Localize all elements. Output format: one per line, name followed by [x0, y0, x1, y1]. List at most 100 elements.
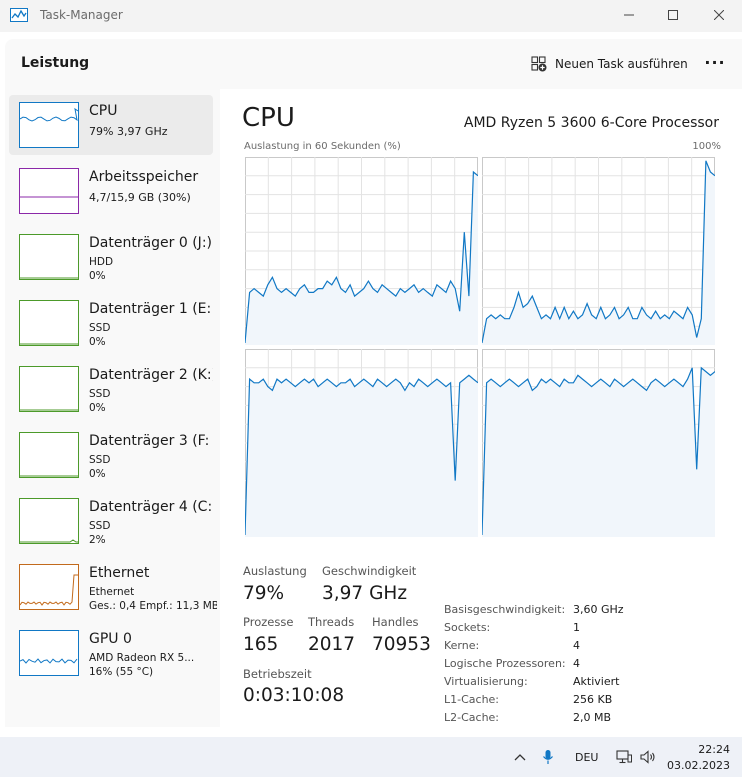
- sidebar-thumbnail-svg: [20, 409, 78, 411]
- toolbar: Leistung Neuen Task ausführen ···: [5, 39, 742, 89]
- sidebar-item-disk-0[interactable]: Datenträger 0 (J:) HDD 0%: [9, 227, 213, 287]
- sidebar-item-detail: HDD: [89, 256, 114, 268]
- sidebar-item-memory[interactable]: Arbeitsspeicher 4,7/15,9 GB (30%): [9, 161, 213, 221]
- spec-key: Virtualisierung:: [444, 675, 528, 688]
- new-task-button[interactable]: Neuen Task ausführen: [531, 52, 688, 76]
- core-graph-3-svg: [482, 349, 715, 537]
- title-bar: Task-Manager: [0, 0, 742, 32]
- graph-max-label: 100%: [692, 141, 721, 152]
- performance-sidebar: CPU 79% 3,97 GHz Arbeitsspeicher 4,7/15,9 G…: [5, 89, 220, 727]
- sidebar-item-detail: 4,7/15,9 GB (30%): [89, 191, 191, 204]
- speed-label: Geschwindigkeit: [322, 564, 417, 578]
- sidebar-thumbnail-graph: [19, 630, 79, 676]
- spec-value: Aktiviert: [573, 675, 620, 688]
- task-manager-window: Leistung Neuen Task ausführen ··· CPU 79%…: [5, 39, 742, 727]
- network-button[interactable]: [616, 737, 632, 777]
- sidebar-item-title: Ethernet: [89, 565, 150, 581]
- sidebar-item-detail: SSD: [89, 454, 111, 466]
- input-language: DEU: [575, 750, 599, 764]
- maximize-icon: [668, 10, 678, 20]
- sidebar-thumbnail-graph: [19, 432, 79, 478]
- sidebar-thumbnail-svg: [20, 658, 78, 664]
- sidebar-item-usage: 0%: [89, 336, 106, 348]
- spec-value: 3,60 GHz: [573, 603, 624, 616]
- core-graph-2-svg: [245, 349, 478, 537]
- sidebar-thumbnail-graph: [19, 168, 79, 214]
- task-manager-app-icon: [10, 8, 28, 22]
- sidebar-item-title: Datenträger 4 (C: D: [89, 499, 213, 515]
- input-language-button[interactable]: DEU: [575, 737, 598, 777]
- graph-caption: Auslastung in 60 Sekunden (%): [244, 141, 401, 152]
- spec-key: L1-Cache:: [444, 693, 500, 706]
- close-icon: [714, 10, 724, 20]
- clock-date: 03.02.2023: [667, 759, 730, 772]
- spec-key: Kerne:: [444, 639, 480, 652]
- new-task-icon: [531, 56, 547, 72]
- taskbar-clock[interactable]: 22:24 03.02.2023: [667, 742, 730, 774]
- sidebar-item-usage: Ges.: 0,4 Empf.: 11,3 MB: [89, 600, 217, 612]
- sidebar-item-title: Datenträger 2 (K:): [89, 367, 213, 383]
- sidebar-item-usage: 16% (55 °C): [89, 666, 154, 678]
- sidebar-item-disk-3[interactable]: Datenträger 3 (F: G SSD 0%: [9, 425, 213, 485]
- sidebar-thumbnail-svg: [20, 107, 78, 122]
- handles-label: Handles: [372, 615, 419, 629]
- threads-label: Threads: [308, 615, 355, 629]
- sidebar-item-gpu-0[interactable]: GPU 0 AMD Radeon RX 5... 16% (55 °C): [9, 623, 213, 683]
- sidebar-item-usage: 0%: [89, 270, 106, 282]
- close-button[interactable]: [696, 0, 742, 30]
- sidebar-item-title: Datenträger 0 (J:): [89, 235, 212, 251]
- sidebar-thumbnail-svg: [20, 196, 78, 198]
- minimize-button[interactable]: [606, 0, 652, 30]
- sidebar-thumbnail-svg: [20, 574, 78, 606]
- sidebar-thumbnail-line: [20, 574, 78, 606]
- volume-button[interactable]: [640, 737, 656, 777]
- more-icon: ···: [704, 53, 726, 72]
- speed-value: 3,97 GHz: [322, 583, 408, 604]
- sidebar-thumbnail-graph: [19, 102, 79, 148]
- sidebar-thumbnail-graph: [19, 234, 79, 280]
- sidebar-item-detail: SSD: [89, 520, 111, 532]
- sidebar-item-disk-4[interactable]: Datenträger 4 (C: D SSD 2%: [9, 491, 213, 551]
- page-title: Leistung: [21, 55, 90, 71]
- sidebar-item-usage: 2%: [89, 534, 106, 546]
- sidebar-thumbnail-svg: [20, 539, 78, 543]
- sidebar-thumbnail-line: [20, 107, 78, 122]
- sidebar-item-cpu[interactable]: CPU 79% 3,97 GHz: [9, 95, 213, 155]
- processes-value: 165: [243, 634, 279, 655]
- spec-value: 2,0 MB: [573, 711, 612, 724]
- core-graph-0: [245, 157, 478, 345]
- sidebar-thumbnail-svg: [20, 343, 78, 345]
- window-title: Task-Manager: [40, 8, 123, 22]
- sidebar-item-ethernet[interactable]: Ethernet Ethernet Ges.: 0,4 Empf.: 11,3 MB: [9, 557, 217, 617]
- graph-area: [482, 367, 715, 537]
- sidebar-thumbnail-svg: [20, 475, 78, 477]
- sidebar-item-title: GPU 0: [89, 631, 132, 647]
- spec-key: Basisgeschwindigkeit:: [444, 603, 566, 616]
- microphone-button[interactable]: [542, 737, 554, 777]
- sidebar-item-disk-1[interactable]: Datenträger 1 (E: H SSD 0%: [9, 293, 213, 353]
- core-graph-1-svg: [482, 157, 715, 345]
- graph-area: [245, 375, 478, 537]
- sidebar-item-usage: 0%: [89, 468, 106, 480]
- sidebar-thumbnail-graph: [19, 366, 79, 412]
- cpu-detail-panel: CPU AMD Ryzen 5 3600 6-Core Processor Au…: [220, 89, 742, 727]
- microphone-icon: [543, 750, 553, 764]
- tray-overflow-button[interactable]: [513, 737, 527, 777]
- sidebar-item-disk-2[interactable]: Datenträger 2 (K:) SSD 0%: [9, 359, 213, 419]
- new-task-label: Neuen Task ausführen: [555, 57, 688, 71]
- core-graph-2: [245, 349, 478, 537]
- utilization-label: Auslastung: [243, 564, 307, 578]
- sidebar-item-usage: 0%: [89, 402, 106, 414]
- maximize-button[interactable]: [650, 0, 696, 30]
- sidebar-item-title: CPU: [89, 103, 118, 119]
- more-options-button[interactable]: ···: [703, 53, 727, 73]
- page-heading: CPU: [242, 103, 295, 133]
- sidebar-item-title: Datenträger 1 (E: H: [89, 301, 213, 317]
- sidebar-thumbnail-graph: [19, 564, 79, 610]
- chevron-up-icon: [514, 754, 526, 761]
- core-graph-1: [482, 157, 715, 345]
- processes-label: Prozesse: [243, 615, 294, 629]
- spec-value: 4: [573, 657, 580, 670]
- sidebar-item-title: Arbeitsspeicher: [89, 169, 199, 185]
- taskbar: DEU 22:24 03.02.2023: [0, 737, 742, 777]
